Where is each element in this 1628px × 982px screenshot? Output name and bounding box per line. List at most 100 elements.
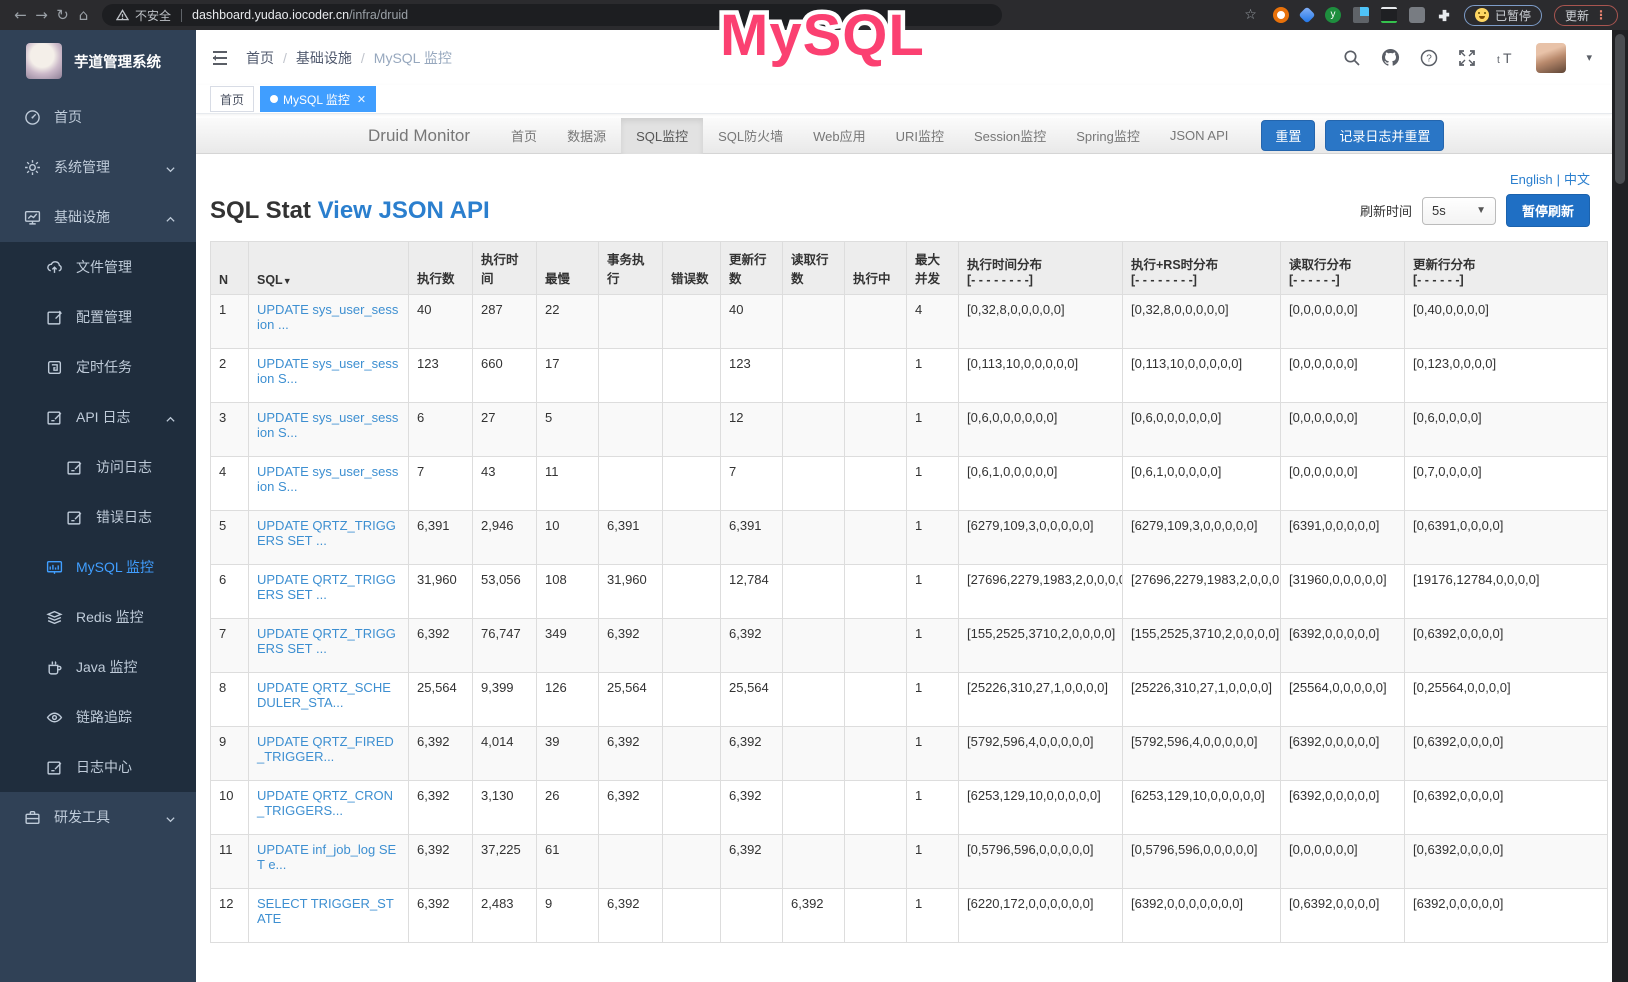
column-header[interactable]: 执行数 [409,242,473,295]
view-json-api-link[interactable]: View JSON API [318,197,490,224]
sidebar-item-api-log[interactable]: API 日志 [0,392,196,442]
sql-link[interactable]: SELECT TRIGGER_STATE [257,896,394,926]
extension-gray-icon[interactable] [1409,7,1425,23]
security-label[interactable]: 不安全 [135,7,171,24]
sql-link[interactable]: UPDATE sys_user_session S... [257,410,398,440]
sidebar-item-job[interactable]: 定时任务 [0,342,196,392]
refresh-interval-select[interactable]: 5s▼ [1422,197,1496,225]
lang-chinese-link[interactable]: 中文 [1564,172,1590,187]
druid-nav-item[interactable]: SQL防火墙 [703,118,798,154]
tab-active[interactable]: MySQL 监控✕ [260,86,376,112]
breadcrumb-infra[interactable]: 基础设施 [296,48,352,68]
app-logo[interactable]: 芋道管理系统 [0,30,196,92]
sidebar-item-trace[interactable]: 链路追踪 [0,692,196,742]
sql-link[interactable]: UPDATE QRTZ_CRON_TRIGGERS... [257,788,393,818]
column-header[interactable]: 事务执行 [599,242,663,295]
sidebar-toggle-icon[interactable] [210,48,230,68]
url-divider [181,9,182,22]
sidebar-item-redis[interactable]: Redis 监控 [0,592,196,642]
forward-icon[interactable]: → [31,6,52,24]
extension-orange-icon[interactable] [1273,7,1289,23]
column-header[interactable]: 读取行数 [783,242,845,295]
sql-link[interactable]: UPDATE QRTZ_TRIGGERS SET ... [257,518,396,548]
paused-extension-badge[interactable]: 已暂停 [1464,5,1542,26]
druid-nav-item[interactable]: Spring监控 [1061,118,1155,154]
column-header[interactable]: 读取行分布[- - - - - -] [1281,242,1405,295]
extension-green-icon[interactable]: y [1325,7,1341,23]
druid-nav-item[interactable]: Session监控 [959,118,1061,154]
column-header[interactable]: 执行时间 [473,242,537,295]
sidebar-item-mysql[interactable]: MySQL 监控 [0,542,196,592]
sidebar-item-dev-tool[interactable]: 研发工具 [0,792,196,842]
scrollbar-thumb[interactable] [1615,34,1625,184]
druid-nav-item[interactable]: 数据源 [552,118,621,154]
druid-brand[interactable]: Druid Monitor [368,126,470,146]
tab-item[interactable]: 首页 [210,86,254,112]
druid-nav-item[interactable]: Web应用 [798,118,881,154]
github-icon[interactable] [1381,48,1400,67]
extension-list-on-icon[interactable] [1381,7,1397,23]
dashboard-icon [24,109,41,126]
column-header[interactable]: 执行+RS时分布[- - - - - - - -] [1123,242,1281,295]
sidebar-item-java[interactable]: Java 监控 [0,642,196,692]
extension-blue-drop-icon[interactable] [1298,7,1315,24]
column-header[interactable]: 最慢 [537,242,599,295]
bookmark-star-icon[interactable]: ☆ [1240,7,1261,23]
app-title: 芋道管理系统 [74,51,161,72]
page-title: SQL Stat View JSON API [210,197,490,225]
page-scrollbar[interactable] [1612,30,1628,982]
pause-refresh-button[interactable]: 暂停刷新 [1506,194,1590,227]
lang-english-link[interactable]: English [1510,172,1553,187]
druid-nav-item[interactable]: URI监控 [881,118,959,154]
sidebar-item-home[interactable]: 首页 [0,92,196,142]
druid-nav-item[interactable]: 首页 [496,118,552,154]
table-row: 8UPDATE QRTZ_SCHEDULER_STA...25,5649,399… [211,673,1608,727]
column-header[interactable]: 更新行分布[- - - - - -] [1405,242,1608,295]
sql-link[interactable]: UPDATE sys_user_session ... [257,302,398,332]
chevron-down-icon[interactable]: ▾ [1586,51,1592,64]
sql-link[interactable]: UPDATE sys_user_session S... [257,356,398,386]
druid-nav-item[interactable]: JSON API [1155,118,1244,154]
search-icon[interactable] [1343,49,1361,67]
reset-button[interactable]: 重置 [1261,120,1315,151]
column-header[interactable]: N [211,242,249,295]
column-header[interactable]: 执行中 [845,242,907,295]
druid-nav-item[interactable]: SQL监控 [621,118,703,154]
sidebar-item-error-log[interactable]: 错误日志 [0,492,196,542]
column-header[interactable]: 错误数 [663,242,721,295]
extensions-puzzle-icon[interactable] [1437,8,1452,23]
column-header[interactable]: 最大并发 [907,242,959,295]
reload-icon[interactable]: ↻ [52,6,73,24]
sidebar-item-infra[interactable]: 基础设施 [0,192,196,242]
extension-grid-icon[interactable] [1353,7,1369,23]
sql-link[interactable]: UPDATE QRTZ_SCHEDULER_STA... [257,680,391,710]
home-icon[interactable]: ⌂ [73,6,94,24]
sql-link[interactable]: UPDATE sys_user_session S... [257,464,398,494]
tab-close-icon[interactable]: ✕ [357,93,366,106]
sql-link[interactable]: UPDATE inf_job_log SET e... [257,842,396,872]
column-header[interactable]: SQL▼ [249,242,409,295]
sidebar-item-log-center[interactable]: 日志中心 [0,742,196,792]
user-avatar[interactable] [1536,43,1566,73]
table-row: 11UPDATE inf_job_log SET e...6,39237,225… [211,835,1608,889]
sql-link[interactable]: UPDATE QRTZ_FIRED_TRIGGER... [257,734,394,764]
log-icon [66,509,83,526]
help-icon[interactable]: ? [1420,49,1438,67]
sidebar-item-access-log[interactable]: 访问日志 [0,442,196,492]
breadcrumb-home[interactable]: 首页 [246,48,274,68]
column-header[interactable]: 执行时间分布[- - - - - - - -] [959,242,1123,295]
address-bar[interactable]: 不安全 dashboard.yudao.iocoder.cn/infra/dru… [102,4,1002,26]
font-size-icon[interactable]: tT [1496,50,1516,66]
browser-menu-icon[interactable]: ⋮ [1595,8,1607,22]
sidebar-item-config[interactable]: 配置管理 [0,292,196,342]
browser-update-button[interactable]: 更新⋮ [1554,5,1618,26]
fullscreen-icon[interactable] [1458,49,1476,67]
column-header[interactable]: 更新行数 [721,242,783,295]
sidebar-item-file[interactable]: 文件管理 [0,242,196,292]
log-icon [46,409,63,426]
back-icon[interactable]: ← [10,6,31,24]
sql-link[interactable]: UPDATE QRTZ_TRIGGERS SET ... [257,572,396,602]
log-and-reset-button[interactable]: 记录日志并重置 [1325,120,1444,151]
sidebar-item-system[interactable]: 系统管理 [0,142,196,192]
sql-link[interactable]: UPDATE QRTZ_TRIGGERS SET ... [257,626,396,656]
